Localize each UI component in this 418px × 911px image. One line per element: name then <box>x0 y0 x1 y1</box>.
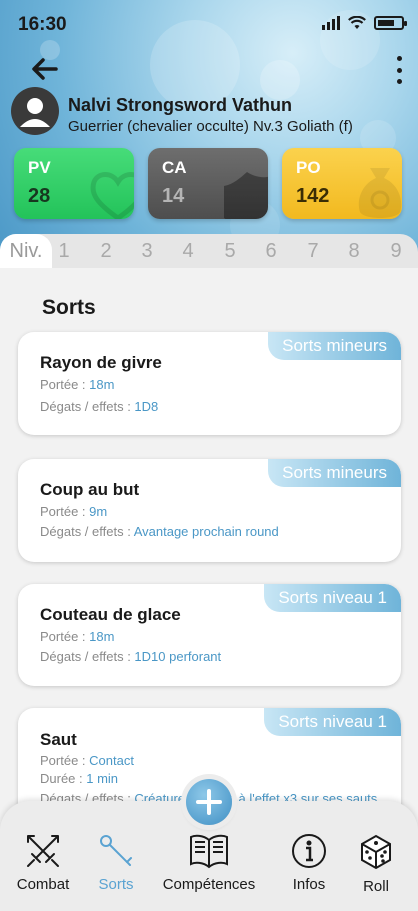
spell-effect: Dégats / effets : Avantage prochain roun… <box>40 524 279 539</box>
wand-icon <box>100 835 132 866</box>
nav-roll-label: Roll <box>363 878 389 895</box>
nav-infos-label: Infos <box>292 876 326 893</box>
spell-effect: Dégats / effets : 1D10 perforant <box>40 649 222 664</box>
tab-level-2[interactable]: 2 <box>91 240 121 263</box>
more-options-icon[interactable] <box>394 56 404 84</box>
spell-range: Portée : 9m <box>40 504 108 519</box>
battery-icon <box>374 16 407 30</box>
spell-level-badge: Sorts niveau 1 <box>264 708 401 736</box>
tab-level-9[interactable]: 9 <box>381 240 411 263</box>
spell-duration: Durée : 1 min <box>40 771 119 786</box>
section-title: Sorts <box>42 296 96 319</box>
nav-infos[interactable]: Infos <box>286 832 332 893</box>
tab-level-6[interactable]: 6 <box>256 240 286 263</box>
nav-roll[interactable]: Roll <box>354 832 398 895</box>
spell-effect: Dégats / effets : 1D8 <box>40 399 159 414</box>
status-time: 16:30 <box>18 14 67 35</box>
tab-level-8[interactable]: 8 <box>339 240 369 263</box>
level-tabs: Niv. 1 2 3 4 5 6 7 8 9 <box>0 234 418 268</box>
tab-level-3[interactable]: 3 <box>132 240 162 263</box>
tab-level-5[interactable]: 5 <box>215 240 245 263</box>
back-arrow-icon[interactable] <box>30 56 60 82</box>
spell-range: Portée : Contact <box>40 753 134 768</box>
stat-ca-label: CA <box>162 158 187 177</box>
info-icon <box>292 834 326 868</box>
stat-pv-label: PV <box>28 158 51 177</box>
stat-pv-value: 28 <box>28 185 51 207</box>
stat-ca[interactable]: CA 14 <box>148 148 268 219</box>
spell-range: Portée : 18m <box>40 629 115 644</box>
spell-level-badge: Sorts niveau 1 <box>264 584 401 612</box>
nav-combat-label: Combat <box>16 876 70 893</box>
nav-combat[interactable]: Combat <box>14 832 72 893</box>
nav-sorts-label: Sorts <box>98 876 134 893</box>
character-name: Nalvi Strongsword Vathun <box>68 95 293 115</box>
tab-level-1[interactable]: 1 <box>49 240 79 263</box>
stat-po[interactable]: PO 142 <box>282 148 402 219</box>
stat-pv[interactable]: PV 28 <box>14 148 134 219</box>
spell-title: Rayon de givre <box>40 353 162 372</box>
coin-bag-icon <box>358 168 402 218</box>
spell-title: Couteau de glace <box>40 605 181 624</box>
add-spell-button[interactable] <box>186 779 232 825</box>
spell-card[interactable]: Sorts niveau 1 Couteau de glace Portée :… <box>18 584 401 686</box>
spell-title: Saut <box>40 730 77 749</box>
heart-icon <box>90 172 134 219</box>
spell-card[interactable]: Sorts mineurs Coup au but Portée : 9m Dé… <box>18 459 401 562</box>
crossed-swords-icon <box>27 835 59 867</box>
tab-level-all[interactable]: Niv. <box>0 234 52 268</box>
stat-ca-value: 14 <box>162 185 185 207</box>
signal-icon <box>322 16 340 30</box>
spell-card[interactable]: Sorts mineurs Rayon de givre Portée : 18… <box>18 332 401 435</box>
nav-competences-label: Compétences <box>162 876 256 893</box>
nav-sorts[interactable]: Sorts <box>94 832 138 893</box>
spell-level-badge: Sorts mineurs <box>268 459 401 487</box>
shield-icon <box>224 172 268 219</box>
character-subtitle: Guerrier (chevalier occulte) Nv.3 Goliat… <box>68 118 353 135</box>
book-icon <box>190 834 228 869</box>
tab-level-4[interactable]: 4 <box>173 240 203 263</box>
avatar[interactable] <box>11 87 59 135</box>
stat-po-value: 142 <box>296 185 330 207</box>
wifi-icon <box>348 16 366 29</box>
spell-title: Coup au but <box>40 480 140 499</box>
tab-level-7[interactable]: 7 <box>298 240 328 263</box>
dice-icon <box>361 834 391 870</box>
stat-po-label: PO <box>296 158 321 177</box>
status-bar: 16:30 <box>0 0 418 50</box>
nav-competences[interactable]: Compétences <box>160 832 258 893</box>
spell-range: Portée : 18m <box>40 377 115 392</box>
spell-level-badge: Sorts mineurs <box>268 332 401 360</box>
